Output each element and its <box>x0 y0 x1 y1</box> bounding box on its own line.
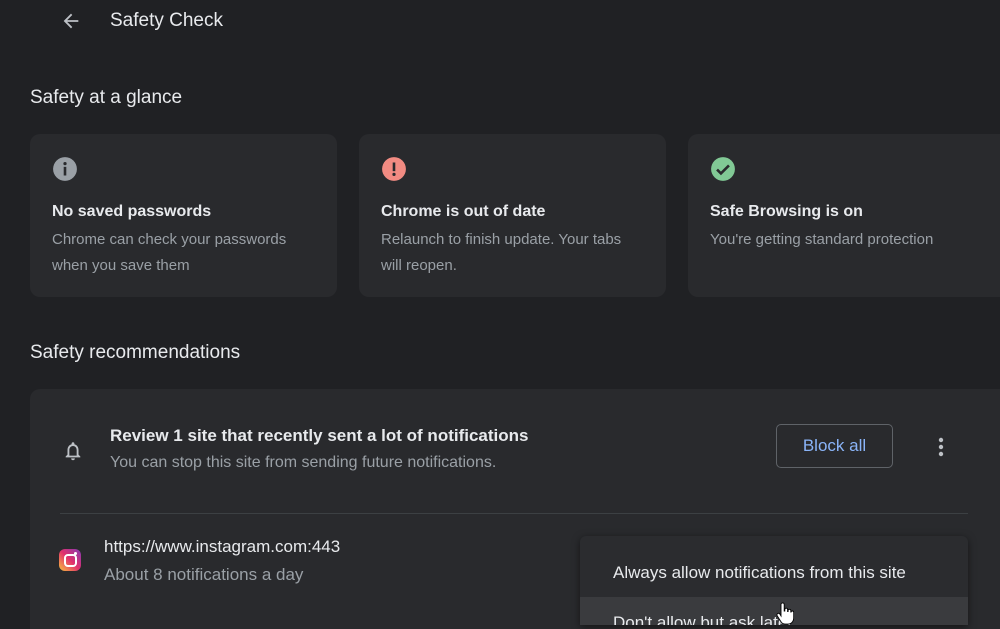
error-icon <box>382 157 406 181</box>
more-vert-icon <box>938 437 944 457</box>
card-passwords[interactable]: No saved passwords Chrome can check your… <box>30 134 337 297</box>
card-title: No saved passwords <box>52 203 212 220</box>
hand-cursor-icon <box>776 602 794 625</box>
page-title: Safety Check <box>110 10 223 31</box>
arrow-left-icon <box>63 13 79 29</box>
card-desc: You're getting standard protection <box>710 231 934 248</box>
more-actions-button[interactable] <box>930 435 952 459</box>
section-title-recommendations: Safety recommendations <box>30 342 241 363</box>
recommendation-subtext: You can stop this site from sending futu… <box>110 454 497 471</box>
card-safe-browsing[interactable]: Safe Browsing is on You're getting stand… <box>688 134 1000 297</box>
instagram-icon <box>59 549 81 571</box>
site-url: https://www.instagram.com:443 <box>104 537 341 556</box>
back-button[interactable] <box>56 6 86 36</box>
card-desc: Relaunch to finish update. Your tabs wil… <box>381 231 622 274</box>
card-desc: Chrome can check your passwords when you… <box>52 231 287 274</box>
info-icon <box>53 157 77 181</box>
block-all-button[interactable]: Block all <box>776 424 893 468</box>
menu-item-always-allow[interactable]: Always allow notifications from this sit… <box>580 543 968 603</box>
menu-item-dont-allow-ask-later[interactable]: Don't allow but ask later <box>580 597 968 625</box>
card-title: Safe Browsing is on <box>710 203 863 220</box>
section-title-glance: Safety at a glance <box>30 87 183 108</box>
check-circle-icon <box>711 157 735 181</box>
context-menu: Always allow notifications from this sit… <box>580 536 968 625</box>
card-title: Chrome is out of date <box>381 203 546 220</box>
divider <box>60 513 968 514</box>
card-update[interactable]: Chrome is out of date Relaunch to finish… <box>359 134 666 297</box>
header: Safety Check <box>0 0 1000 44</box>
recommendation-heading: Review 1 site that recently sent a lot o… <box>110 426 529 445</box>
bell-icon <box>65 442 81 461</box>
site-notification-count: About 8 notifications a day <box>104 565 304 584</box>
